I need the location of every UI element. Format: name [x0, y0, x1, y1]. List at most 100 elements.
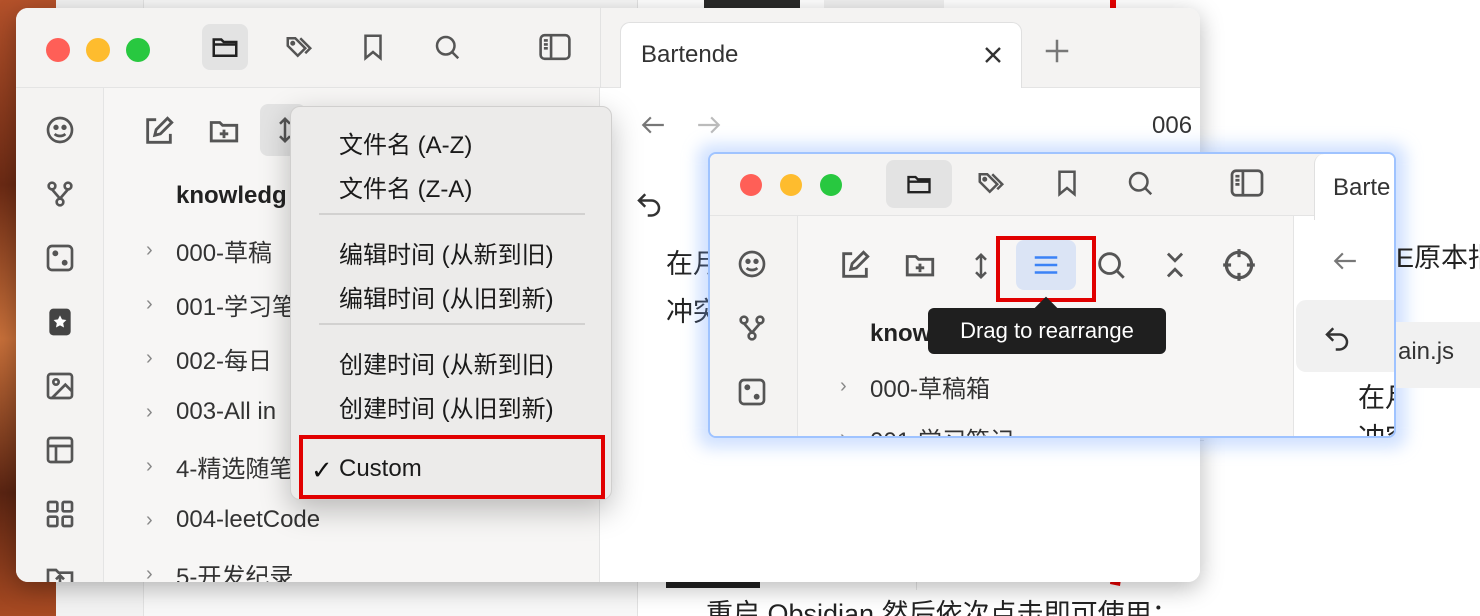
checkmark-icon: ✓: [311, 455, 333, 485]
folder-label: 4-精选随笔: [176, 455, 294, 483]
bookmark-icon[interactable]: [1052, 168, 1082, 198]
tooltip: Drag to rearrange: [928, 308, 1166, 354]
grid-icon: [44, 498, 76, 530]
tab-bartender[interactable]: Barte: [1314, 154, 1394, 220]
menu-item-created-new-old[interactable]: 创建时间 (从新到旧): [339, 345, 554, 380]
link-card[interactable]: ain.js: [1396, 322, 1480, 388]
chevron-right-icon: ›: [146, 454, 153, 477]
folder-label: 5-开发纪录: [176, 563, 294, 583]
folder-upload-icon: [44, 562, 76, 582]
collapse-all-icon[interactable]: [1158, 248, 1192, 282]
search-icon[interactable]: [1094, 248, 1128, 282]
menu-item-custom[interactable]: Custom: [339, 455, 422, 483]
folder-row[interactable]: › 5-开发纪录: [146, 556, 294, 583]
menu-item-filename-za[interactable]: 文件名 (Z-A): [339, 169, 472, 204]
link-text: ain.js: [1398, 338, 1455, 365]
tab-bartender[interactable]: Bartende: [620, 22, 1022, 88]
menu-item-modified-old-new[interactable]: 编辑时间 (从旧到新): [339, 279, 554, 314]
zoom-window-button[interactable]: [820, 174, 842, 196]
close-window-button[interactable]: [46, 38, 70, 62]
vault-name: knowledg: [176, 182, 287, 209]
note-line: 冲突: [1358, 423, 1394, 438]
minimize-window-button[interactable]: [780, 174, 802, 196]
folder-row[interactable]: › 004-leetCode: [146, 502, 320, 538]
bookmark-icon: [358, 32, 388, 62]
link-card[interactable]: [1296, 300, 1394, 372]
files-view-button[interactable]: [202, 24, 248, 70]
new-note-button[interactable]: [142, 114, 176, 148]
close-window-button[interactable]: [740, 174, 762, 196]
ribbon-random-note-button[interactable]: [38, 236, 82, 280]
folder-label: 002-每日: [176, 347, 273, 375]
new-note-button[interactable]: [838, 248, 872, 282]
obsidian-inset-window: Barte knowl ›000-草稿箱 ›001-学习笔记 Drag to r…: [708, 152, 1396, 438]
chevron-right-icon: ›: [840, 426, 847, 438]
minimize-window-button[interactable]: [86, 38, 110, 62]
folder-row[interactable]: › 000-草稿箱: [840, 368, 990, 404]
folder-row[interactable]: › 003-All in: [146, 394, 276, 430]
graph-icon[interactable]: [736, 312, 768, 344]
folder-row[interactable]: › 001-学习笔: [146, 286, 296, 322]
close-icon[interactable]: [981, 43, 1005, 67]
undo-icon: [1322, 322, 1352, 352]
forward-icon[interactable]: [696, 114, 722, 136]
search-icon[interactable]: [1124, 168, 1156, 198]
folder-icon: [904, 170, 934, 198]
dice-icon: [44, 242, 76, 274]
sidebar-icon: [538, 32, 572, 62]
search-icon: [432, 32, 462, 62]
folder-icon: [210, 32, 240, 62]
menu-item-modified-new-old[interactable]: 编辑时间 (从新到旧): [339, 235, 554, 270]
menu-item-filename-az[interactable]: 文件名 (A-Z): [339, 125, 472, 160]
highlight-annotation: [996, 236, 1096, 302]
ribbon-smiley-button[interactable]: [38, 108, 82, 152]
folder-row[interactable]: › 001-学习笔记: [840, 420, 1014, 438]
note-breadcrumb: 006: [1152, 112, 1193, 139]
sort-order-menu: 文件名 (A-Z) 文件名 (Z-A) 编辑时间 (从新到旧) 编辑时间 (从旧…: [290, 106, 612, 500]
new-tab-button[interactable]: [1042, 36, 1072, 66]
note-line: E原本指: [1396, 243, 1480, 273]
layout-icon: [44, 434, 76, 466]
sidebar-icon[interactable]: [1228, 168, 1266, 198]
chevron-right-icon: ›: [146, 292, 153, 315]
folder-label: 004-leetCode: [176, 506, 321, 533]
files-view-button[interactable]: [886, 160, 952, 208]
smiley-icon[interactable]: [736, 248, 768, 280]
background-body-text: 重启 Obsidian 然后依次点击即可使用：: [706, 599, 1179, 616]
folder-row[interactable]: › 4-精选随笔: [146, 448, 293, 484]
image-icon: [44, 370, 76, 402]
new-folder-button[interactable]: [206, 114, 242, 148]
folder-row[interactable]: › 002-每日: [146, 340, 272, 376]
tags-icon[interactable]: [974, 168, 1008, 198]
ribbon-layout-button[interactable]: [38, 428, 82, 472]
ribbon-star-note-button[interactable]: [38, 300, 82, 344]
bookmarks-view-button[interactable]: [350, 24, 396, 70]
graph-icon: [44, 178, 76, 210]
chevron-right-icon: ›: [146, 346, 153, 369]
folder-label: 001-学习笔记: [870, 421, 1014, 437]
ribbon-grid-button[interactable]: [38, 492, 82, 536]
tags-view-button[interactable]: [276, 24, 322, 70]
folder-label: 001-学习笔: [176, 293, 297, 321]
search-view-button[interactable]: [424, 24, 470, 70]
tab-title: Barte: [1333, 174, 1391, 201]
dice-icon[interactable]: [736, 376, 768, 408]
sort-button[interactable]: [966, 248, 996, 284]
chevron-right-icon: ›: [146, 562, 153, 583]
ribbon-folder-upload-button[interactable]: [38, 556, 82, 582]
folder-row[interactable]: › 000-草稿: [146, 232, 272, 268]
chevron-right-icon: ›: [840, 374, 847, 397]
back-icon[interactable]: [640, 114, 666, 136]
pane-divider: [600, 8, 601, 88]
undo-icon[interactable]: [634, 188, 664, 218]
title-bar: [16, 8, 1200, 88]
folder-label: 000-草稿: [176, 239, 273, 267]
toggle-sidebar-button[interactable]: [532, 24, 578, 70]
menu-item-created-old-new[interactable]: 创建时间 (从旧到新): [339, 389, 554, 424]
ribbon-graph-button[interactable]: [38, 172, 82, 216]
ribbon-image-button[interactable]: [38, 364, 82, 408]
zoom-window-button[interactable]: [126, 38, 150, 62]
new-folder-button[interactable]: [902, 248, 938, 282]
back-icon[interactable]: [1332, 250, 1358, 272]
reveal-file-icon[interactable]: [1220, 246, 1258, 284]
